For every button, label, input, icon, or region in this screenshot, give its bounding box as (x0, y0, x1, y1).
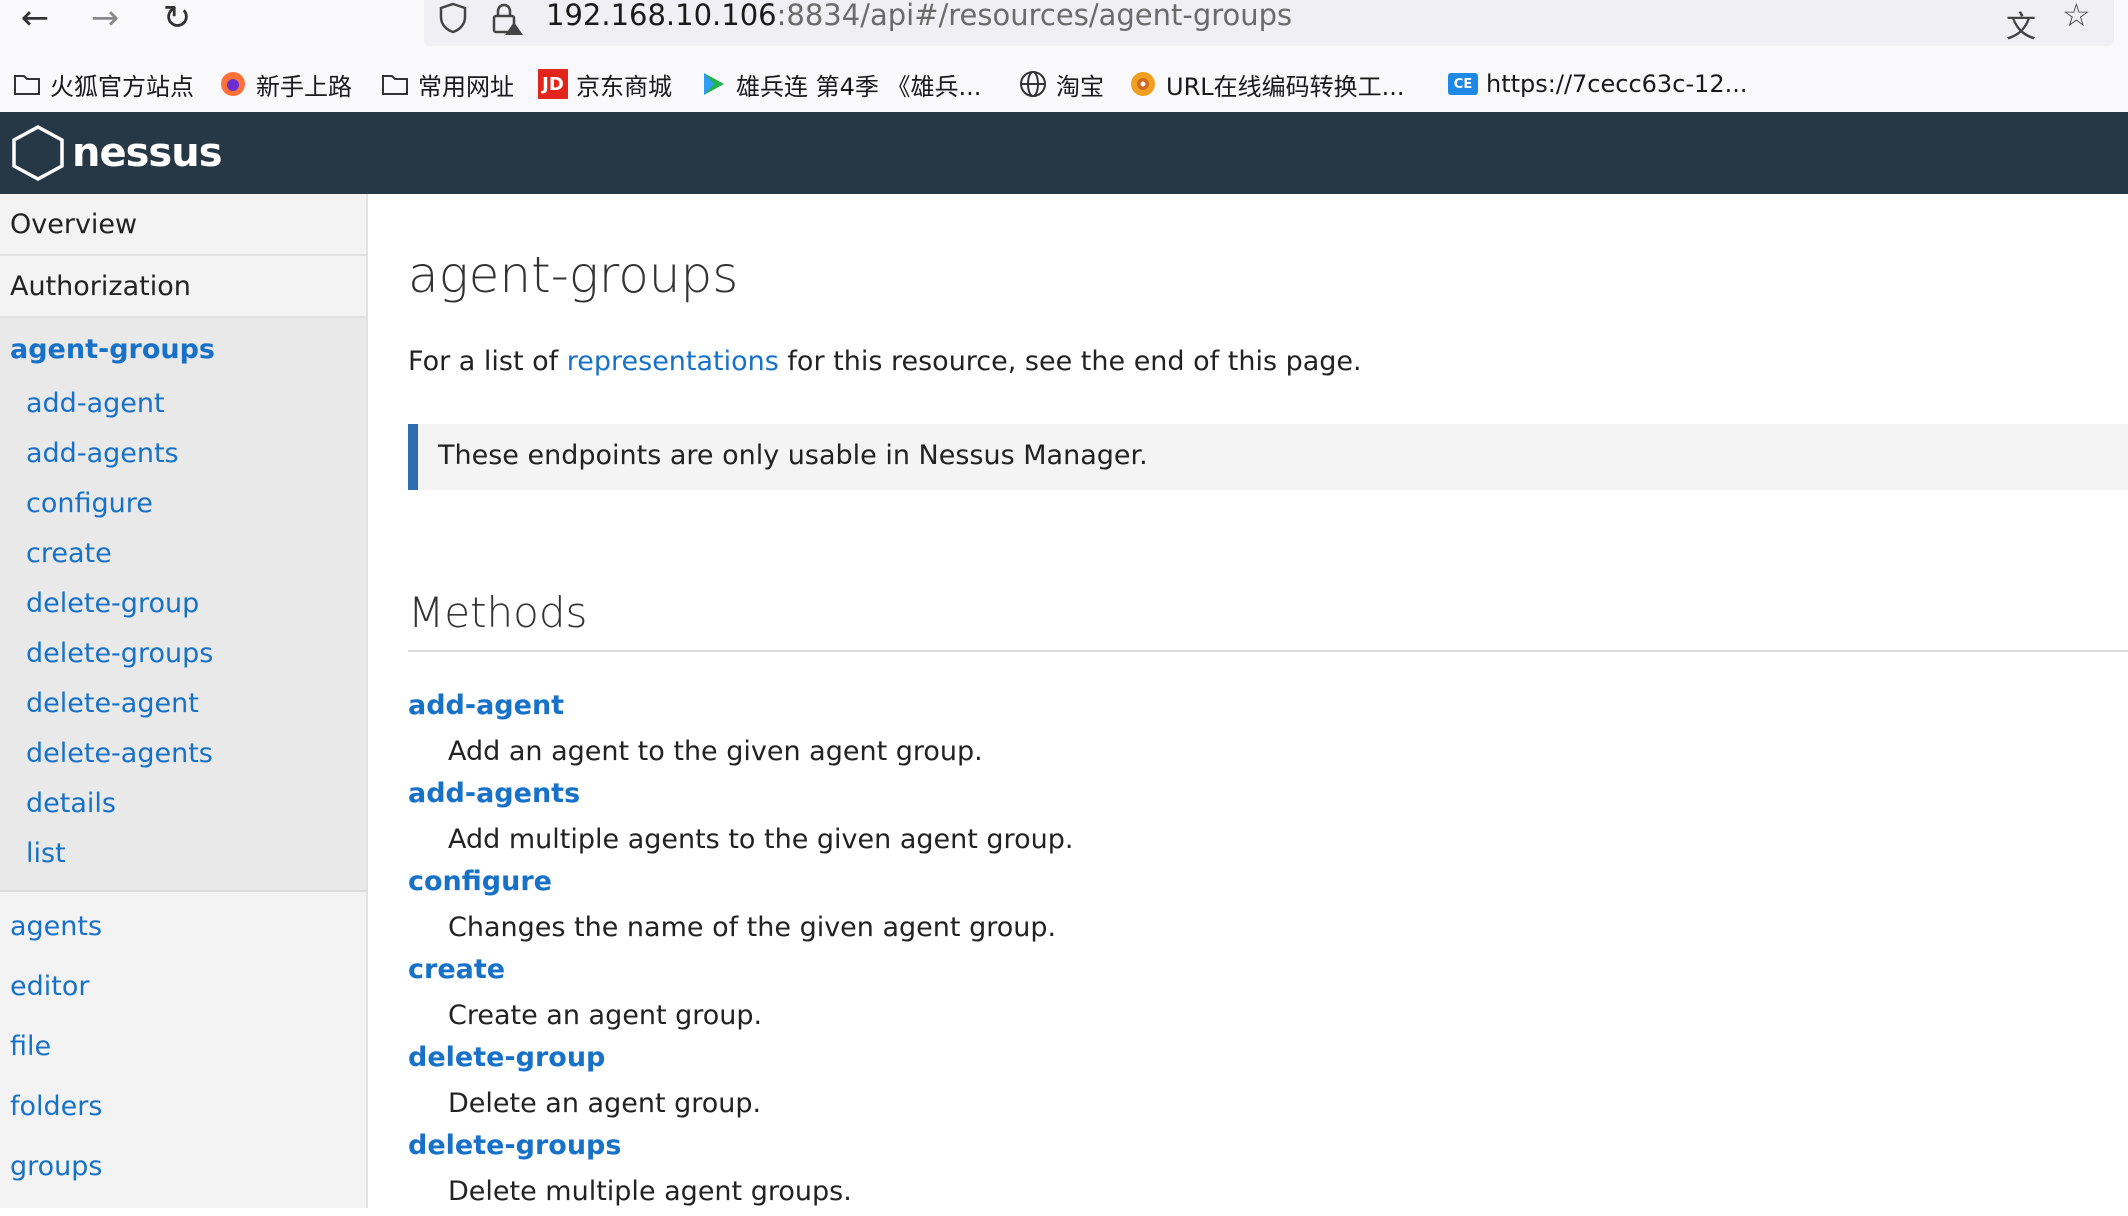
method-description: Create an agent group. (448, 1000, 763, 1031)
intro-text: For a list of representations for this r… (408, 346, 1362, 377)
jd-icon: JD (538, 69, 568, 99)
method-description: Delete multiple agent groups. (448, 1176, 852, 1207)
method-description: Delete an agent group. (448, 1088, 762, 1119)
bookmark-item[interactable]: 火狐官方站点 (12, 64, 194, 104)
browser-chrome: ← → ↻ 192.168.10.106:8834/api#/resources… (0, 0, 2128, 112)
logo-text: nessus (72, 130, 223, 176)
bookmark-item[interactable]: CE https://7cecc63c-12... (1448, 64, 1747, 104)
forward-arrow-icon[interactable]: → (78, 0, 132, 38)
sidebar-item-agents[interactable]: agents (0, 896, 366, 956)
lock-warning-icon[interactable] (490, 2, 524, 43)
methods-divider (408, 650, 2128, 652)
sidebar-subitem-delete-groups[interactable]: delete-groups (0, 628, 366, 678)
url-text[interactable]: 192.168.10.106:8834/api#/resources/agent… (546, 0, 1292, 32)
method-description: Add an agent to the given agent group. (448, 736, 983, 767)
sidebar-item-folders[interactable]: folders (0, 1076, 366, 1136)
folder-icon (380, 69, 410, 99)
sidebar-subitem-delete-group[interactable]: delete-group (0, 578, 366, 628)
method-item: add-agents Add multiple agents to the gi… (408, 776, 2108, 864)
representations-link[interactable]: representations (567, 346, 779, 377)
method-item: create Create an agent group. (408, 952, 2108, 1040)
method-link-add-agent[interactable]: add-agent (408, 688, 2108, 732)
firefox-icon (218, 69, 248, 99)
method-link-delete-groups[interactable]: delete-groups (408, 1128, 2108, 1172)
translate-icon[interactable]: 文 (2006, 2, 2036, 46)
sidebar-item-groups[interactable]: groups (0, 1136, 366, 1196)
sidebar-item-overview[interactable]: Overview (0, 194, 366, 256)
method-description: Changes the name of the given agent grou… (448, 912, 1057, 943)
method-link-configure[interactable]: configure (408, 864, 2108, 908)
method-item: add-agent Add an agent to the given agen… (408, 688, 2108, 776)
globe-icon (1018, 69, 1048, 99)
main-content: agent-groups For a list of representatio… (368, 194, 2128, 1208)
folder-icon (12, 69, 42, 99)
bookmarks-bar: 火狐官方站点 新手上路 常用网址 JD 京东商城 雄兵连 第4季 《雄兵... … (0, 64, 2128, 108)
sidebar: Overview Authorization agent-groups add-… (0, 194, 368, 1208)
bookmark-item[interactable]: 新手上路 (218, 64, 352, 104)
method-description: Add multiple agents to the given agent g… (448, 824, 1074, 855)
shield-icon[interactable] (438, 2, 468, 41)
url-bar[interactable]: 192.168.10.106:8834/api#/resources/agent… (424, 0, 2114, 46)
sidebar-subitem-list[interactable]: list (0, 828, 366, 878)
sidebar-subitem-configure[interactable]: configure (0, 478, 366, 528)
bookmark-item[interactable]: URL在线编码转换工... (1128, 64, 1405, 104)
sidebar-item-agent-groups[interactable]: agent-groups (0, 318, 366, 378)
nessus-hexagon-icon (12, 125, 64, 181)
sidebar-item-authorization[interactable]: Authorization (0, 256, 366, 318)
sidebar-subitem-delete-agents[interactable]: delete-agents (0, 728, 366, 778)
manager-note: These endpoints are only usable in Nessu… (408, 424, 2128, 490)
method-link-delete-group[interactable]: delete-group (408, 1040, 2108, 1084)
method-item: delete-groups Delete multiple agent grou… (408, 1128, 2108, 1216)
star-icon[interactable]: ☆ (2062, 0, 2091, 34)
sidebar-resources: agents editor file folders groups (0, 892, 366, 1196)
reload-icon[interactable]: ↻ (150, 0, 204, 38)
browser-toolbar: ← → ↻ 192.168.10.106:8834/api#/resources… (0, 0, 2128, 46)
method-link-create[interactable]: create (408, 952, 2108, 996)
sidebar-subitem-delete-agent[interactable]: delete-agent (0, 678, 366, 728)
play-icon (698, 69, 728, 99)
sidebar-item-file[interactable]: file (0, 1016, 366, 1076)
sidebar-subitem-create[interactable]: create (0, 528, 366, 578)
sidebar-subitem-details[interactable]: details (0, 778, 366, 828)
sidebar-subitem-add-agents[interactable]: add-agents (0, 428, 366, 478)
flower-icon (1128, 69, 1158, 99)
method-item: configure Changes the name of the given … (408, 864, 2108, 952)
method-item: delete-group Delete an agent group. (408, 1040, 2108, 1128)
bookmark-item[interactable]: 淘宝 (1018, 64, 1104, 104)
sidebar-group-agent-groups: agent-groups add-agent add-agents config… (0, 318, 366, 892)
sidebar-subitem-add-agent[interactable]: add-agent (0, 378, 366, 428)
bookmark-item[interactable]: 雄兵连 第4季 《雄兵... (698, 64, 981, 104)
sidebar-item-editor[interactable]: editor (0, 956, 366, 1016)
methods-list: add-agent Add an agent to the given agen… (408, 688, 2108, 1216)
bookmark-item[interactable]: JD 京东商城 (538, 64, 672, 104)
bookmark-item[interactable]: 常用网址 (380, 64, 514, 104)
nessus-logo[interactable]: nessus (10, 124, 223, 182)
method-link-add-agents[interactable]: add-agents (408, 776, 2108, 820)
page-title: agent-groups (408, 246, 739, 304)
methods-heading: Methods (408, 588, 588, 637)
ce-icon: CE (1448, 73, 1478, 95)
note-text: These endpoints are only usable in Nessu… (438, 440, 1148, 471)
back-arrow-icon[interactable]: ← (8, 0, 62, 38)
nessus-header: nessus (0, 112, 2128, 194)
